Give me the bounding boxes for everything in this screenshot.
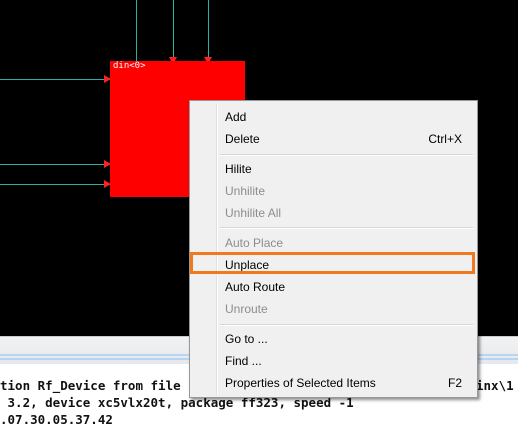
highlight-annotation [190,252,475,274]
menu-item-properties[interactable]: Properties of Selected Items F2 [192,372,475,394]
menu-item-hilite[interactable]: Hilite [192,158,475,180]
menu-item-shortcut: F2 [447,376,462,390]
menu-item-unroute[interactable]: Unroute [192,298,475,320]
menu-item-find[interactable]: Find ... [192,350,475,372]
console-line: .07.30.05.37.42 [0,412,113,427]
menu-item-label: Delete [225,132,260,146]
menu-item-label: Auto Place [225,236,284,250]
menu-item-unhilite[interactable]: Unhilite [192,180,475,202]
menu-item-label: Hilite [225,162,252,176]
menu-item-shortcut: Ctrl+X [428,132,462,146]
menu-item-unhilite-all[interactable]: Unhilite All [192,202,475,224]
wire [0,164,110,165]
wire [0,79,110,80]
menu-item-label: Properties of Selected Items [225,376,376,390]
menu-item-label: Find ... [225,354,262,368]
menu-item-delete[interactable]: Delete Ctrl+X [192,128,475,150]
menu-separator [220,154,473,156]
wire [173,0,174,61]
console-line: tion Rf_Device from file [0,378,181,393]
context-menu: Add Delete Ctrl+X Hilite Unhilite Unhilit… [189,100,478,398]
menu-item-label: Auto Route [225,280,286,294]
menu-item-label: Unroute [225,302,268,316]
menu-item-label: Unhilite [225,184,266,198]
menu-item-go-to[interactable]: Go to ... [192,328,475,350]
menu-item-label: Go to ... [225,332,268,346]
wire [208,0,209,61]
menu-separator [220,324,473,326]
console-line: inx\1 [476,378,514,393]
wire [0,184,110,185]
menu-item-auto-place[interactable]: Auto Place [192,232,475,254]
menu-item-label: Unhilite All [225,206,282,220]
menu-item-auto-route[interactable]: Auto Route [192,276,475,298]
menu-separator [220,227,473,229]
menu-item-label: Add [225,110,247,124]
wire [136,0,137,61]
menu-item-add[interactable]: Add [192,106,475,128]
component-label: din<0> [113,61,146,71]
